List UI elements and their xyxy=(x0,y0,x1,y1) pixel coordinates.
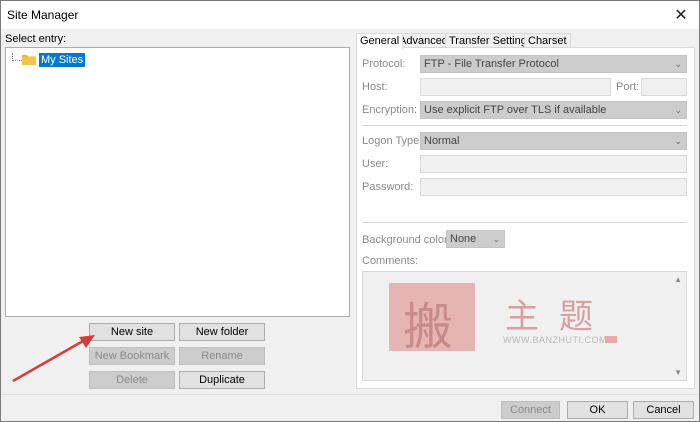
cancel-button[interactable]: Cancel xyxy=(633,401,694,419)
host-label: Host: xyxy=(362,81,388,93)
encryption-label: Encryption: xyxy=(362,104,418,116)
watermark-url: WWW.BANZHUTI.COM xyxy=(503,335,607,345)
watermark-logo: 搬 xyxy=(389,283,475,356)
tab-advanced[interactable]: Advanced xyxy=(395,33,452,48)
encryption-select[interactable]: Use explicit FTP over TLS if available ⌄ xyxy=(420,101,687,119)
background-color-select[interactable]: None ⌄ xyxy=(446,230,505,248)
background-color-value: None xyxy=(450,233,477,245)
comments-label: Comments: xyxy=(362,255,419,267)
tab-transfer-settings[interactable]: Transfer Settings xyxy=(445,33,537,48)
divider xyxy=(362,125,687,126)
connect-button[interactable]: Connect xyxy=(501,401,560,419)
divider xyxy=(362,222,687,223)
site-manager-window: Site Manager ✕ Select entry: My Sites Ne… xyxy=(0,0,700,422)
watermark-logo-char: 搬 xyxy=(403,298,453,356)
password-label: Password: xyxy=(362,181,414,193)
watermark-char: 主 xyxy=(505,297,539,337)
user-input[interactable] xyxy=(420,155,687,173)
watermark-mark xyxy=(605,336,617,343)
chevron-down-icon: ⌄ xyxy=(674,105,682,115)
logon-type-value: Normal xyxy=(424,135,460,147)
host-input[interactable] xyxy=(420,78,611,96)
scroll-up-icon[interactable]: ▲ xyxy=(674,275,682,284)
watermark-char: 题 xyxy=(559,297,593,337)
ok-button[interactable]: OK xyxy=(567,401,628,419)
watermark: 搬 主 题 WWW.BANZHUTI.COM xyxy=(387,281,627,371)
background-color-label: Background color: xyxy=(362,234,451,246)
chevron-down-icon: ⌄ xyxy=(674,136,682,146)
protocol-value: FTP - File Transfer Protocol xyxy=(424,58,559,70)
protocol-select[interactable]: FTP - File Transfer Protocol ⌄ xyxy=(420,55,687,73)
footer-divider xyxy=(1,394,699,395)
tab-charset[interactable]: Charset xyxy=(524,33,571,48)
encryption-value: Use explicit FTP over TLS if available xyxy=(424,104,607,116)
user-label: User: xyxy=(362,158,389,170)
logon-type-select[interactable]: Normal ⌄ xyxy=(420,132,687,150)
scroll-down-icon[interactable]: ▼ xyxy=(674,368,682,377)
port-label: Port: xyxy=(616,81,640,93)
protocol-label: Protocol: xyxy=(362,58,406,70)
password-input[interactable] xyxy=(420,178,687,196)
logon-type-label: Logon Type: xyxy=(362,135,423,147)
tab-general[interactable]: General xyxy=(356,33,404,49)
port-input[interactable] xyxy=(641,78,687,96)
chevron-down-icon: ⌄ xyxy=(674,59,682,69)
chevron-down-icon: ⌄ xyxy=(492,234,500,244)
